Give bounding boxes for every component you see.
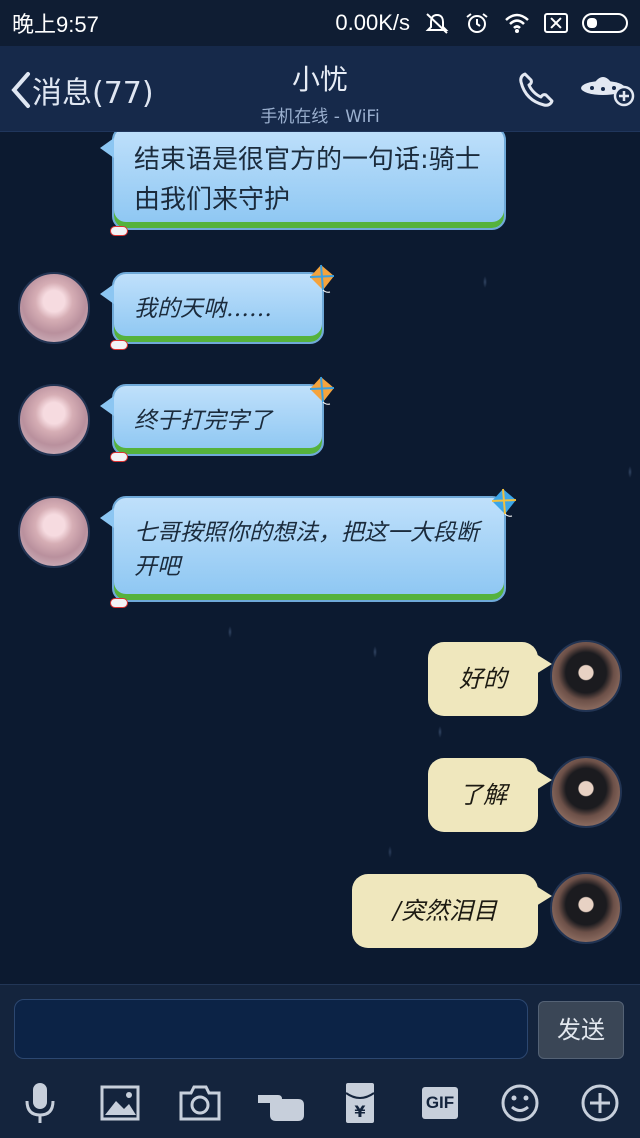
gif-icon[interactable]: GIF bbox=[416, 1081, 464, 1125]
chevron-left-icon bbox=[11, 72, 30, 108]
message-bubble[interactable]: /突然泪目 bbox=[352, 874, 552, 948]
plus-icon[interactable] bbox=[576, 1081, 624, 1125]
alarm-icon bbox=[466, 13, 488, 33]
message-bubble[interactable]: 终于打完字了 bbox=[100, 376, 335, 462]
status-time: 晚上9:57 bbox=[12, 12, 99, 37]
avatar[interactable] bbox=[18, 272, 90, 344]
message-bubble[interactable]: 七哥按照你的想法，把这一大段断开吧 bbox=[100, 488, 517, 608]
image-icon[interactable] bbox=[96, 1081, 144, 1125]
microphone-icon[interactable] bbox=[16, 1081, 64, 1125]
network-speed: 0.00K/s bbox=[335, 10, 410, 35]
ufo-add-icon[interactable] bbox=[578, 66, 636, 110]
message-input[interactable] bbox=[14, 999, 528, 1059]
message-text: 好的 bbox=[459, 665, 507, 693]
contact-status: 手机在线 - WiFi bbox=[260, 107, 380, 127]
message-bubble[interactable]: 结束语是很官方的一句话:骑士由我们来守护 bbox=[100, 132, 506, 236]
pushpin-decoration bbox=[110, 226, 128, 236]
avatar[interactable] bbox=[550, 640, 622, 712]
phone-icon[interactable] bbox=[516, 70, 556, 110]
message-text: 七哥按照你的想法，把这一大段断开吧 bbox=[134, 520, 479, 580]
pushpin-decoration bbox=[110, 452, 128, 462]
status-icons: 0.00K/s bbox=[335, 10, 628, 36]
camera-icon[interactable] bbox=[176, 1081, 224, 1125]
no-sim-icon bbox=[544, 13, 568, 33]
wifi-icon bbox=[505, 13, 529, 33]
message-text: /突然泪目 bbox=[392, 897, 498, 925]
message-text: 结束语是很官方的一句话:骑士由我们来守护 bbox=[134, 145, 481, 215]
pushpin-decoration bbox=[110, 340, 128, 350]
kite-icon bbox=[309, 376, 335, 405]
message-text: 了解 bbox=[459, 781, 507, 809]
message-bubble[interactable]: 了解 bbox=[428, 758, 552, 832]
red-packet-icon[interactable]: ¥ bbox=[336, 1081, 384, 1125]
avatar[interactable] bbox=[550, 756, 622, 828]
composer: 发送 ¥ GIF bbox=[0, 984, 640, 1138]
avatar[interactable] bbox=[18, 496, 90, 568]
message-text: 我的天呐…… bbox=[134, 296, 272, 322]
poke-icon[interactable] bbox=[256, 1081, 304, 1125]
avatar[interactable] bbox=[18, 384, 90, 456]
pushpin-decoration bbox=[110, 598, 128, 608]
avatar[interactable] bbox=[550, 872, 622, 944]
message-text: 终于打完字了 bbox=[134, 408, 272, 434]
chat-header: 消息(77) 小忧 手机在线 - WiFi bbox=[0, 46, 640, 132]
mute-icon bbox=[425, 13, 449, 34]
svg-text:¥: ¥ bbox=[354, 1102, 365, 1121]
contact-info[interactable]: 小忧 手机在线 - WiFi bbox=[200, 58, 440, 127]
send-button[interactable]: 发送 bbox=[538, 1001, 624, 1059]
emoji-icon[interactable] bbox=[496, 1081, 544, 1125]
chat-area[interactable]: 结束语是很官方的一句话:骑士由我们来守护 我的天呐…… 终于打完字了 七哥按照你… bbox=[0, 132, 640, 984]
contact-name: 小忧 bbox=[291, 63, 348, 96]
message-bubble[interactable]: 好的 bbox=[428, 642, 552, 716]
kite-icon bbox=[309, 264, 335, 293]
back-button[interactable]: 消息(77) bbox=[8, 68, 154, 112]
status-bar: 晚上9:57 0.00K/s bbox=[0, 0, 640, 46]
kite-icon bbox=[491, 488, 517, 517]
input-toolbar: ¥ GIF bbox=[0, 1081, 640, 1131]
battery-icon bbox=[582, 13, 628, 33]
message-bubble[interactable]: 我的天呐…… bbox=[100, 264, 335, 350]
back-label: 消息(77) bbox=[32, 76, 154, 111]
gif-label: GIF bbox=[421, 1087, 459, 1119]
